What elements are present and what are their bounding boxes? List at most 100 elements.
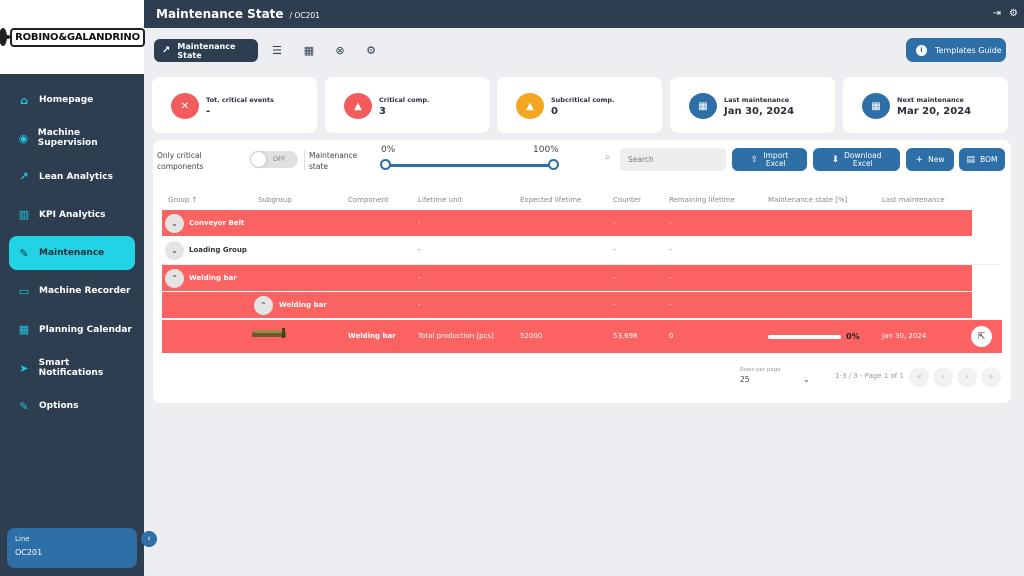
- gear-icon[interactable]: ⚙: [364, 43, 378, 57]
- calendar-icon: ▦: [18, 323, 30, 337]
- import-icon: ⇪: [750, 154, 759, 165]
- kpi-card: ▦ Next maintenance Mar 20, 2024: [843, 77, 1008, 133]
- pagination-info: 1-3 / 3 - Page 1 of 1: [835, 372, 904, 380]
- sidebar: ROBINO&GALANDRINO ⌂ Homepage ◉ Machine Supe…: [0, 0, 145, 576]
- sidebar-item-machine-recorder[interactable]: ▭ Machine Recorder: [9, 274, 135, 308]
- new-button[interactable]: + New: [906, 148, 954, 171]
- column-header[interactable]: Subgroup: [258, 196, 292, 204]
- prev-page-button[interactable]: ‹: [933, 367, 953, 387]
- slider-max-handle[interactable]: [548, 159, 559, 170]
- templates-guide-button[interactable]: i Templates Guide: [906, 38, 1006, 62]
- column-header[interactable]: Component: [348, 196, 389, 204]
- bom-button[interactable]: ▤ BOM: [959, 148, 1005, 171]
- gear-logo-icon: [0, 28, 11, 46]
- column-header[interactable]: Group ↑: [168, 196, 197, 204]
- document-icon: ▤: [966, 154, 976, 165]
- info-icon: i: [916, 44, 927, 56]
- chevron-down-icon[interactable]: ⌄: [803, 375, 810, 384]
- sidebar-nav: ⌂ Homepage ◉ Machine Supervision ↗ Lean Analy…: [0, 83, 144, 428]
- wrench-icon: ✎: [19, 246, 29, 260]
- download-excel-button[interactable]: ⬇ Download Excel: [813, 148, 900, 171]
- templates-guide-label: Templates Guide: [935, 45, 1002, 55]
- kpi-card: ▲ Critical comp. 3: [325, 77, 490, 133]
- wrench-icon: ✎: [19, 399, 29, 413]
- sidebar-item-lean-analytics[interactable]: ↗ Lean Analytics: [9, 160, 135, 194]
- calendar-icon[interactable]: ▦: [302, 43, 316, 57]
- close-circle-icon[interactable]: ⊗: [333, 43, 347, 57]
- kpi-value: -: [206, 106, 211, 117]
- logout-icon[interactable]: ⇥: [993, 8, 1001, 19]
- search-input[interactable]: [620, 148, 726, 171]
- settings-icon[interactable]: ⚙: [1009, 8, 1018, 19]
- maintenance-state-slider[interactable]: [385, 164, 554, 167]
- tab-maintenance-state[interactable]: ↗ Maintenance State: [154, 39, 258, 62]
- maintenance-state-percent: 0%: [846, 332, 860, 341]
- kpi-label: Tot. critical events: [206, 96, 274, 104]
- chevron-up-icon[interactable]: ⌃: [165, 269, 184, 288]
- trend-icon: ↗: [19, 170, 29, 184]
- bar-chart-icon: ▥: [18, 208, 30, 222]
- sidebar-item-label: Smart Notifications: [38, 358, 104, 379]
- open-external-icon[interactable]: ⇱: [971, 326, 992, 347]
- home-icon: ⌂: [20, 93, 28, 107]
- close-circle-icon: ✕: [171, 93, 199, 119]
- chevron-up-icon[interactable]: ⌃: [254, 296, 273, 315]
- divider: [304, 150, 305, 170]
- table-row[interactable]: ⌃ Welding bar - - -: [162, 265, 972, 291]
- table-row[interactable]: ⌄ Loading Group - - -: [162, 237, 1000, 263]
- first-page-button[interactable]: «: [909, 367, 929, 387]
- brand-logo[interactable]: ROBINO&GALANDRINO: [0, 0, 145, 74]
- warning-icon: ▲: [344, 93, 372, 119]
- table-row[interactable]: ⌃ Welding bar - - -: [162, 292, 972, 318]
- collapse-sidebar-button[interactable]: ‹: [141, 531, 157, 547]
- column-header[interactable]: Counter: [613, 196, 641, 204]
- maintenance-table-panel: Only critical components OFF Maintenance…: [153, 140, 1011, 403]
- tab-label: Maintenance State: [177, 41, 236, 60]
- chevron-down-icon[interactable]: ⌄: [165, 241, 184, 260]
- table-row[interactable]: ⌄ Conveyor Belt - - -: [162, 210, 972, 236]
- sidebar-item-planning-calendar[interactable]: ▦ Planning Calendar: [9, 313, 135, 347]
- sidebar-item-machine-supervision[interactable]: ◉ Machine Supervision: [9, 121, 135, 155]
- sidebar-item-maintenance[interactable]: ✎ Maintenance: [9, 236, 135, 271]
- line-selector[interactable]: Line OC201: [7, 528, 137, 568]
- kpi-value: 0: [551, 106, 558, 117]
- line-label: Line: [15, 535, 30, 543]
- chevron-down-icon[interactable]: ⌄: [165, 214, 184, 233]
- column-header[interactable]: Last maintenance: [882, 196, 945, 204]
- import-excel-button[interactable]: ⇪ Import Excel: [732, 148, 807, 171]
- sidebar-item-label: Options: [39, 401, 79, 412]
- top-bar: Maintenance State / OC201 ⇥ ⚙: [144, 0, 1024, 28]
- only-critical-toggle[interactable]: OFF: [250, 151, 298, 168]
- column-header[interactable]: Maintenance state [%]: [768, 196, 847, 204]
- next-page-button[interactable]: ›: [957, 367, 977, 387]
- kpi-card: ▦ Last maintenance Jan 30, 2024: [670, 77, 835, 133]
- calendar-icon: ▦: [689, 93, 717, 119]
- sidebar-item-label: Machine Supervision: [37, 128, 98, 149]
- slider-min-value: 0%: [381, 145, 396, 155]
- last-page-button[interactable]: »: [981, 367, 1001, 387]
- column-header[interactable]: Remaining lifetime: [669, 196, 735, 204]
- list-icon[interactable]: ☰: [270, 43, 284, 57]
- slider-min-handle[interactable]: [380, 159, 391, 170]
- kpi-card: ✕ Tot. critical events -: [152, 77, 317, 133]
- sidebar-item-label: Lean Analytics: [39, 171, 113, 182]
- sidebar-item-options[interactable]: ✎ Options: [9, 389, 135, 423]
- maintenance-state-progress: [768, 335, 841, 339]
- kpi-value: Jan 30, 2024: [724, 106, 795, 117]
- search-icon: ⌕: [605, 152, 611, 163]
- welding-bar-thumbnail: [252, 328, 286, 338]
- rows-per-page-label: Rows per page: [740, 367, 781, 373]
- send-icon: ➤: [19, 361, 29, 375]
- slider-max-value: 100%: [533, 145, 559, 155]
- toggle-text: OFF: [273, 155, 286, 163]
- sidebar-item-smart-notifications[interactable]: ➤ Smart Notifications: [9, 351, 135, 385]
- calendar-icon: ▦: [862, 93, 890, 119]
- warning-icon: ▲: [516, 93, 544, 119]
- sidebar-item-kpi-analytics[interactable]: ▥ KPI Analytics: [9, 198, 135, 232]
- toggle-knob: [251, 152, 266, 167]
- column-header[interactable]: Expected lifetime: [520, 196, 581, 204]
- table-row[interactable]: Welding bar Total production [pcs] 52000…: [162, 320, 1002, 353]
- sidebar-item-homepage[interactable]: ⌂ Homepage: [9, 83, 135, 117]
- trend-icon: ↗: [162, 45, 171, 56]
- column-header[interactable]: Lifetime unit: [418, 196, 462, 204]
